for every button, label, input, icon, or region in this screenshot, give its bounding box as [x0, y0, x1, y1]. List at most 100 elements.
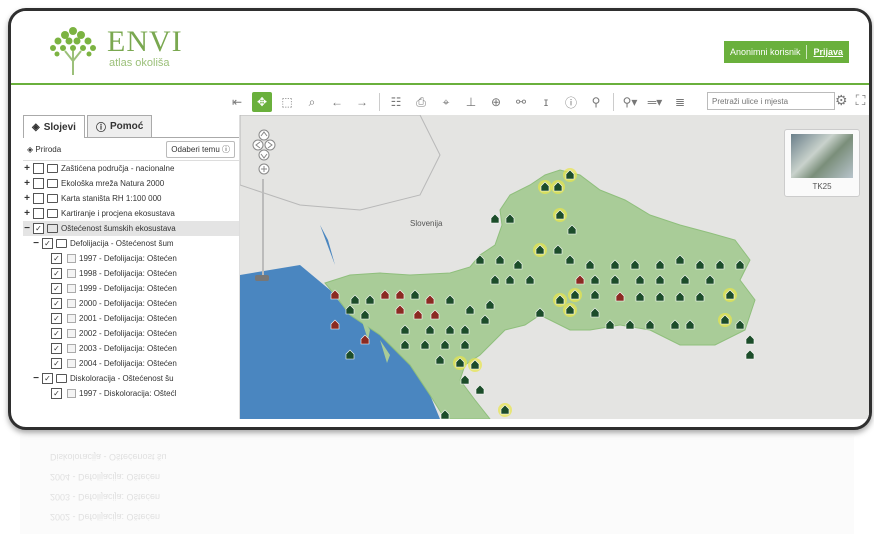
app-window: ENVI atlas okoliša Anonimni korisnik Pri… [8, 8, 872, 430]
expand-icon[interactable]: + [23, 193, 31, 204]
zoom-slider-handle[interactable] [255, 275, 269, 281]
layer-tree-row[interactable]: − ✓ Oštećenost šumskih ekosustava [23, 221, 239, 236]
layer-info-checkbox[interactable] [67, 314, 76, 323]
map-canvas[interactable] [240, 115, 869, 419]
tab-help[interactable]: ⓘ Pomoć [86, 115, 153, 137]
layer-info-checkbox[interactable] [67, 284, 76, 293]
layer-panel: ◈ Slojevi ⓘ Pomoć ◈ Priroda Odaberi temu… [23, 115, 240, 419]
user-label[interactable]: Anonimni korisnik [730, 47, 801, 57]
stack-icon[interactable]: ≣ [670, 92, 690, 112]
layer-info-checkbox[interactable] [67, 359, 76, 368]
layer-info-checkbox[interactable] [67, 269, 76, 278]
layer-tree-row[interactable]: ✓ 1997 - Diskoloracija: Oštećl [23, 386, 239, 401]
identify-icon[interactable]: ⌕ [302, 92, 322, 112]
tab-label: Pomoć [109, 121, 144, 132]
layer-checkbox[interactable]: ✓ [42, 238, 53, 249]
map-view[interactable]: Slovenija TK25 [240, 115, 869, 419]
layer-tree-row[interactable]: − ✓ Diskoloracija - Oštećenost šu [23, 371, 239, 386]
layer-info-checkbox[interactable] [67, 299, 76, 308]
layer-info-checkbox[interactable] [67, 254, 76, 263]
layer-tree-row[interactable]: ✓ 2001 - Defolijacija: Oštećen [23, 311, 239, 326]
zoom-box-icon[interactable]: ⬚ [277, 92, 297, 112]
reflection-text: Diskoloracija - Oštećenost šu [50, 452, 167, 462]
layer-checkbox[interactable]: ✓ [51, 283, 62, 294]
legend-icon[interactable]: ☷ [386, 92, 406, 112]
logo-title: ENVI [107, 25, 183, 58]
info-icon[interactable]: ⓘ [561, 92, 581, 112]
layer-tree-row[interactable]: + Karta staništa RH 1:100 000 [23, 191, 239, 206]
search-input[interactable] [707, 92, 835, 110]
layer-tree-row[interactable]: + Zaštićena područja - nacionalne [23, 161, 239, 176]
base-map-label: TK25 [812, 182, 832, 191]
collapse-icon[interactable]: − [32, 373, 40, 384]
reflection-text: 2003 - Defolijacija: Oštećen [50, 492, 160, 502]
collapse-icon[interactable]: − [23, 223, 31, 234]
login-link[interactable]: Prijava [813, 47, 843, 57]
layer-checkbox[interactable]: ✓ [51, 253, 62, 264]
folder-icon [56, 239, 67, 248]
layer-tree-row[interactable]: ✓ 2004 - Defolijacija: Oštećen [23, 356, 239, 371]
layer-checkbox[interactable]: ✓ [51, 358, 62, 369]
exit-icon[interactable]: ⇤ [227, 92, 247, 112]
layer-checkbox[interactable] [33, 208, 44, 219]
tab-layers[interactable]: ◈ Slojevi [23, 115, 85, 138]
layer-checkbox[interactable]: ✓ [33, 223, 44, 234]
layer-label: Karta staništa RH 1:100 000 [61, 194, 162, 203]
line-icon[interactable]: ═▾ [645, 92, 665, 112]
layer-tree-row[interactable]: + Ekološka mreža Natura 2000 [23, 176, 239, 191]
expand-icon[interactable]: + [23, 178, 31, 189]
fullscreen-icon[interactable]: ⛶ [856, 92, 866, 109]
layer-checkbox[interactable]: ✓ [42, 373, 53, 384]
map-toolbar: ⇤ ✥ ⬚ ⌕ ← → ☷ ⎙ ⌖ ⊥ ⊕ ⚯ ɪ ⓘ ⚲ ⚲▾ ═▾ ≣ ⚙ … [227, 89, 869, 115]
layer-label: Diskoloracija - Oštećenost šu [70, 374, 174, 383]
info-popup-icon[interactable]: ɪ [536, 92, 556, 112]
hierarchy-icon[interactable]: ⊥ [461, 92, 481, 112]
layer-tree-row[interactable]: ✓ 1998 - Defolijacija: Oštećen [23, 266, 239, 281]
layer-tree-row[interactable]: ✓ 2003 - Defolijacija: Oštećen [23, 341, 239, 356]
theme-name-text: Priroda [35, 144, 62, 154]
user-box: Anonimni korisnik Prijava [723, 41, 849, 63]
marker-icon[interactable]: ⚲▾ [620, 92, 640, 112]
layer-checkbox[interactable] [33, 163, 44, 174]
link-icon[interactable]: ⚯ [511, 92, 531, 112]
search-icon[interactable]: ⚲ [586, 92, 606, 112]
layer-checkbox[interactable] [33, 193, 44, 204]
layer-info-checkbox[interactable] [67, 389, 76, 398]
layer-checkbox[interactable] [33, 178, 44, 189]
gps-icon[interactable]: ⌖ [436, 92, 456, 112]
layer-checkbox[interactable]: ✓ [51, 313, 62, 324]
folder-icon [47, 224, 58, 233]
layer-info-checkbox[interactable] [67, 329, 76, 338]
layer-tree-row[interactable]: ✓ 2002 - Defolijacija: Oštećen [23, 326, 239, 341]
collapse-icon[interactable]: − [32, 238, 40, 249]
header: ENVI atlas okoliša Anonimni korisnik Pri… [11, 11, 869, 81]
print-icon[interactable]: ⎙ [411, 92, 431, 112]
layer-tree-row[interactable]: − ✓ Defolijacija - Oštećenost šum [23, 236, 239, 251]
base-map-switcher[interactable]: TK25 [784, 129, 860, 197]
layer-label: 1998 - Defolijacija: Oštećen [79, 269, 177, 278]
settings-icon[interactable]: ⚙ [835, 92, 848, 109]
toolbar-divider [379, 93, 380, 111]
layer-checkbox[interactable]: ✓ [51, 343, 62, 354]
expand-icon[interactable]: + [23, 163, 31, 174]
layer-tree-row[interactable]: ✓ 1999 - Defolijacija: Oštećen [23, 281, 239, 296]
layer-tree-row[interactable]: + Kartiranje i procjena ekosustava [23, 206, 239, 221]
layer-checkbox[interactable]: ✓ [51, 328, 62, 339]
expand-icon[interactable]: + [23, 208, 31, 219]
pan-icon[interactable]: ✥ [252, 92, 272, 112]
layer-checkbox[interactable]: ✓ [51, 298, 62, 309]
layer-label: Zaštićena područja - nacionalne [61, 164, 175, 173]
back-icon[interactable]: ← [327, 92, 347, 112]
layer-checkbox[interactable]: ✓ [51, 268, 62, 279]
globe-icon[interactable]: ⊕ [486, 92, 506, 112]
layer-tree-row[interactable]: ✓ 1997 - Defolijacija: Oštećen [23, 251, 239, 266]
zoom-slider[interactable] [262, 179, 264, 279]
layer-checkbox[interactable]: ✓ [51, 388, 62, 399]
choose-theme-button[interactable]: Odaberi temu ⓘ [166, 140, 235, 158]
navigation-control[interactable] [252, 127, 276, 197]
layer-tree-row[interactable]: ✓ 2000 - Defolijacija: Oštećen [23, 296, 239, 311]
forward-icon[interactable]: → [352, 92, 372, 112]
theme-name: ◈ Priroda [27, 144, 62, 154]
reflection-canvas: 2002 - Defolijacija: Oštećen 2003 - Defo… [20, 434, 854, 534]
layer-info-checkbox[interactable] [67, 344, 76, 353]
